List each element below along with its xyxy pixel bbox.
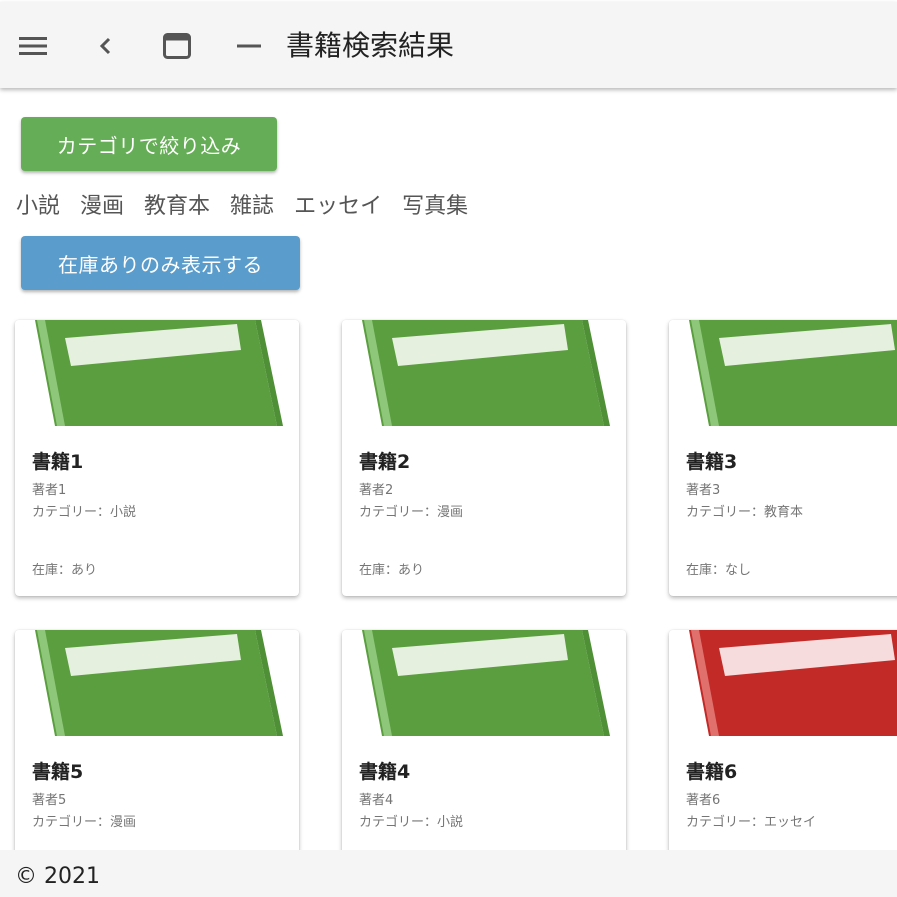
book-card[interactable]: 書籍2 著者2 カテゴリー：漫画 在庫：あり — [342, 320, 626, 596]
category-education[interactable]: 教育本 — [144, 188, 210, 219]
book-stock: 在庫：あり — [359, 563, 425, 578]
book-category: カテゴリー：漫画 — [359, 505, 464, 520]
category-list: 小説 漫画 教育本 雑誌 エッセイ 写真集 — [16, 188, 468, 219]
back-icon[interactable] — [85, 26, 125, 66]
book-author: 著者3 — [686, 483, 721, 498]
minimize-icon[interactable] — [229, 26, 269, 66]
book-cover-image — [342, 630, 626, 736]
book-category: カテゴリー：漫画 — [32, 815, 137, 830]
book-category: カテゴリー：小説 — [359, 815, 464, 830]
copyright-text: © 2021 — [15, 864, 100, 889]
book-title: 書籍5 — [32, 761, 84, 783]
page-title: 書籍検索結果 — [286, 29, 455, 62]
category-magazine[interactable]: 雑誌 — [230, 188, 274, 219]
book-card[interactable]: 書籍3 著者3 カテゴリー：教育本 在庫：なし — [669, 320, 897, 596]
book-author: 著者4 — [359, 793, 394, 808]
book-card[interactable]: 書籍5 著者5 カテゴリー：漫画 — [15, 630, 299, 850]
in-stock-only-button[interactable]: 在庫ありのみ表示する — [21, 236, 300, 290]
book-card[interactable]: 書籍6 著者6 カテゴリー：エッセイ — [669, 630, 897, 850]
book-title: 書籍1 — [32, 451, 84, 473]
book-cover-image — [15, 630, 299, 736]
app-bar: 書籍検索結果 — [0, 2, 897, 88]
book-cover-image — [342, 320, 626, 426]
footer: © 2021 — [0, 850, 897, 897]
book-author: 著者2 — [359, 483, 394, 498]
book-stock: 在庫：なし — [686, 563, 752, 578]
book-category: カテゴリー：エッセイ — [686, 815, 817, 830]
book-card[interactable]: 書籍4 著者4 カテゴリー：小説 — [342, 630, 626, 850]
category-novel[interactable]: 小説 — [16, 188, 60, 219]
book-cover-image — [15, 320, 299, 426]
book-author: 著者6 — [686, 793, 721, 808]
category-filter-button[interactable]: カテゴリで絞り込み — [21, 117, 277, 171]
category-essay[interactable]: エッセイ — [294, 188, 382, 219]
book-card[interactable]: 書籍1 著者1 カテゴリー：小説 在庫：あり — [15, 320, 299, 596]
book-cover-image — [669, 630, 897, 736]
category-manga[interactable]: 漫画 — [80, 188, 124, 219]
book-title: 書籍2 — [359, 451, 411, 473]
book-category: カテゴリー：教育本 — [686, 505, 804, 520]
book-author: 著者1 — [32, 483, 67, 498]
book-author: 著者5 — [32, 793, 67, 808]
window-icon[interactable] — [157, 26, 197, 66]
menu-icon[interactable] — [13, 26, 53, 66]
book-title: 書籍6 — [686, 761, 738, 783]
book-category: カテゴリー：小説 — [32, 505, 137, 520]
category-photobook[interactable]: 写真集 — [402, 188, 468, 219]
book-title: 書籍4 — [359, 761, 411, 783]
book-title: 書籍3 — [686, 451, 738, 473]
book-stock: 在庫：あり — [32, 563, 98, 578]
book-cover-image — [669, 320, 897, 426]
